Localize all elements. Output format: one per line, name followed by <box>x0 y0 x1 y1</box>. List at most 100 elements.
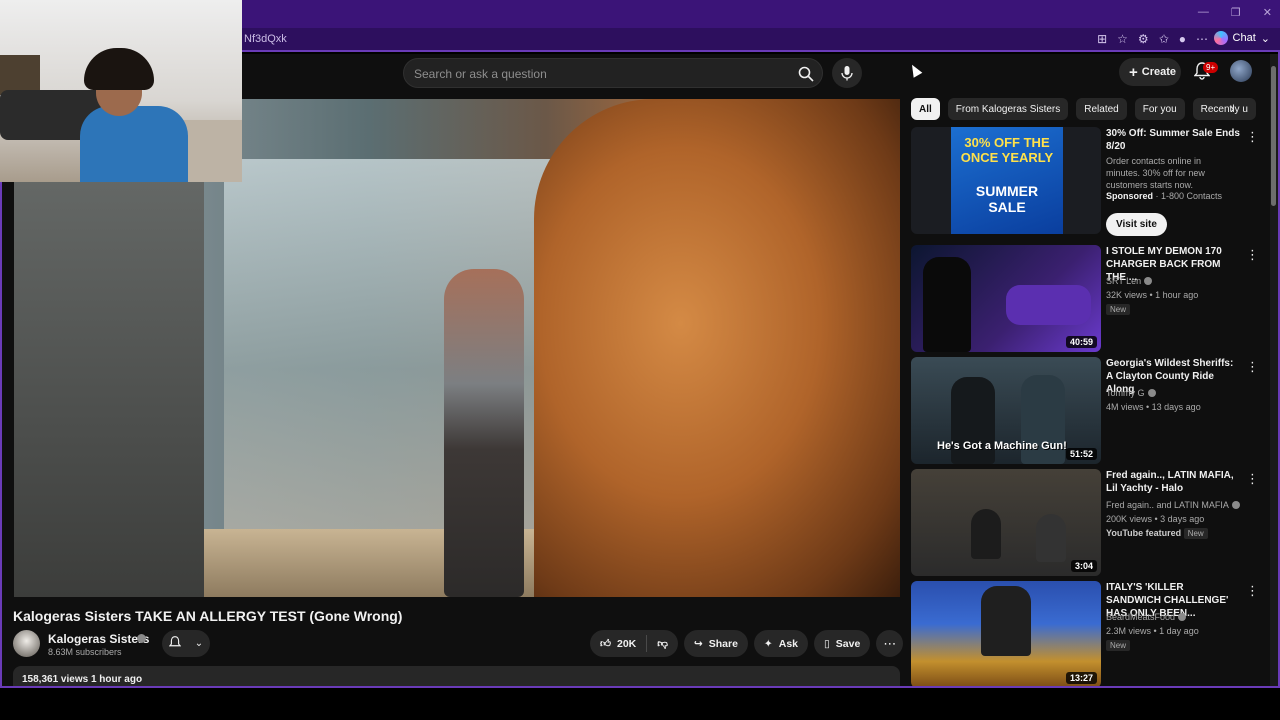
video-thumbnail[interactable]: 13:27 <box>911 581 1101 686</box>
like-button[interactable]: 👍︎ 20K <box>590 630 646 657</box>
share-button[interactable]: ↪ Share <box>683 630 748 657</box>
favorites-icon[interactable]: ✩ <box>1159 32 1169 46</box>
recommendation-meta: 4M views • 13 days ago <box>1106 402 1201 412</box>
search-input[interactable]: Search or ask a question <box>414 67 547 81</box>
video-duration: 13:27 <box>1065 672 1097 684</box>
subscription-bell-button[interactable]: ⌄ <box>162 630 210 657</box>
like-count: 20K <box>616 637 637 650</box>
minimize-icon[interactable]: — <box>1198 6 1209 19</box>
recommendation-channel[interactable]: SRT Len <box>1106 276 1141 286</box>
ad-thumbnail[interactable]: 30% OFF THE ONCE YEARLY SUMMER SALE <box>911 127 1101 234</box>
copilot-icon <box>1213 31 1228 45</box>
account-avatar[interactable] <box>1230 60 1252 82</box>
channel-name[interactable]: Kalogeras Sisters <box>48 632 149 646</box>
new-badge: New <box>1183 528 1208 539</box>
subscriber-count: 8.63M subscribers <box>48 647 122 657</box>
recommendation-channel-line[interactable]: BeardMeatsFood <box>1106 612 1187 622</box>
chevron-down-icon: ⌄ <box>1260 32 1270 45</box>
sponsored-label: Sponsored <box>1106 191 1154 201</box>
more-actions-icon[interactable]: ⋯ <box>876 630 904 657</box>
video-actions: 👍︎ 20K 👎︎ ↪ Share ✦ Ask ▯ Save ⋯ <box>590 630 904 657</box>
more-options-icon[interactable]: ⋮ <box>1246 129 1259 145</box>
channel-avatar[interactable] <box>13 630 40 657</box>
chat-button[interactable]: Chat ⌄ <box>1213 31 1270 45</box>
extension-icon[interactable]: ⚙ <box>1138 32 1149 46</box>
video-thumbnail[interactable]: 3:04 <box>911 469 1101 576</box>
thumbs-down-icon: 👎︎ <box>657 638 668 650</box>
create-button[interactable]: + Create <box>1119 58 1181 86</box>
ad-sponsor-line: Sponsored · 1-800 Contacts <box>1106 191 1223 201</box>
recommendation-channel[interactable]: BeardMeatsFood <box>1106 612 1175 622</box>
sparkle-icon: ✦ <box>763 637 773 650</box>
recommendation-item[interactable]: He's Got a Machine Gun! 51:52 Georgia's … <box>911 357 1261 465</box>
more-options-icon[interactable]: ⋮ <box>1246 471 1259 487</box>
verified-icon <box>1231 501 1240 509</box>
thumb-figure <box>981 586 1031 656</box>
bell-icon <box>168 635 182 652</box>
verified-icon <box>1144 277 1153 285</box>
webcam-floor <box>180 120 242 182</box>
recommendation-channel-line[interactable]: Fred again.. and LATIN MAFIA <box>1106 500 1240 510</box>
ad-item[interactable]: 30% OFF THE ONCE YEARLY SUMMER SALE 30% … <box>911 127 1261 236</box>
chip-related[interactable]: Related <box>1076 98 1127 120</box>
like-dislike-group: 👍︎ 20K 👎︎ <box>590 630 678 657</box>
webcam-streamer-hair <box>84 48 154 90</box>
apps-icon[interactable]: ⊞ <box>1097 32 1107 46</box>
thumb-car <box>1006 285 1091 325</box>
more-options-icon[interactable]: ⋮ <box>1246 359 1259 375</box>
more-options-icon[interactable]: ⋮ <box>1246 583 1259 599</box>
dislike-button[interactable]: 👎︎ <box>647 630 678 657</box>
video-thumbnail[interactable]: He's Got a Machine Gun! 51:52 <box>911 357 1101 464</box>
views-and-time: 158,361 views 1 hour ago <box>22 674 143 685</box>
mic-icon[interactable] <box>832 58 862 88</box>
more-options-icon[interactable]: ⋮ <box>1246 247 1259 263</box>
chip-recently-uploaded[interactable]: Recently u <box>1192 98 1256 120</box>
recommendation-item[interactable]: 3:04 Fred again.., LATIN MAFIA, Lil Yach… <box>911 469 1261 577</box>
share-icon: ↪ <box>693 637 703 650</box>
ad-thumb-bottom-text: SUMMER SALE <box>975 183 1039 215</box>
video-duration: 40:59 <box>1065 336 1097 348</box>
create-label: Create <box>1141 66 1177 78</box>
video-title: Kalogeras Sisters TAKE AN ALLERGY TEST (… <box>13 608 403 624</box>
chip-all[interactable]: All <box>911 98 940 120</box>
profile-icon[interactable]: ● <box>1179 32 1186 46</box>
recommendation-item[interactable]: 13:27 ITALY'S 'KILLER SANDWICH CHALLENGE… <box>911 581 1261 686</box>
thumb-figure <box>1036 514 1066 562</box>
recommendation-channel-line[interactable]: SRT Len <box>1106 276 1153 286</box>
url-text[interactable]: Nf3dQxk <box>244 33 287 45</box>
plus-icon: + <box>1129 63 1138 81</box>
recommendation-item[interactable]: 40:59 I STOLE MY DEMON 170 CHARGER BACK … <box>911 245 1261 353</box>
close-icon[interactable]: ✕ <box>1263 6 1272 19</box>
recommendation-title[interactable]: Fred again.., LATIN MAFIA, Lil Yachty - … <box>1106 469 1241 495</box>
taskbar-area <box>0 688 1280 720</box>
chevron-right-icon[interactable]: › <box>1230 100 1235 116</box>
new-badge: New <box>1106 640 1131 651</box>
thumbs-up-icon: 👍︎ <box>600 638 611 650</box>
more-icon[interactable]: ⋯ <box>1196 32 1208 46</box>
filter-chips: All From Kalogeras Sisters Related For y… <box>911 98 1256 120</box>
description-box[interactable]: 158,361 views 1 hour ago <box>13 666 900 686</box>
thumb-figure <box>971 509 1001 559</box>
save-button[interactable]: ▯ Save <box>814 630 871 657</box>
ask-button[interactable]: ✦ Ask <box>753 630 808 657</box>
search-box[interactable]: Search or ask a question <box>403 58 823 88</box>
favorite-star-icon[interactable]: ☆ <box>1117 32 1128 46</box>
mouse-cursor <box>907 62 923 78</box>
chip-for-you[interactable]: For you <box>1134 98 1185 120</box>
window-controls: — ❐ ✕ <box>1198 6 1272 19</box>
chevron-down-icon: ⌄ <box>194 638 204 649</box>
recommendation-channel[interactable]: Tommy G <box>1106 388 1145 398</box>
webcam-streamer-body <box>80 106 188 182</box>
featured-label: YouTube featured <box>1106 528 1182 538</box>
scrollbar-thumb[interactable] <box>1271 66 1276 206</box>
search-icon[interactable] <box>794 62 818 86</box>
restore-icon[interactable]: ❐ <box>1231 6 1241 19</box>
visit-site-button[interactable]: Visit site <box>1106 213 1167 236</box>
thumb-figure <box>923 257 971 352</box>
recommendation-channel[interactable]: Fred again.. and LATIN MAFIA <box>1106 500 1229 510</box>
recommendation-channel-line[interactable]: Tommy G <box>1106 388 1156 398</box>
ad-title[interactable]: 30% Off: Summer Sale Ends 8/20 <box>1106 127 1241 153</box>
chip-from-channel[interactable]: From Kalogeras Sisters <box>947 98 1069 120</box>
recommendation-meta: 32K views • 1 hour ago <box>1106 290 1199 300</box>
video-thumbnail[interactable]: 40:59 <box>911 245 1101 352</box>
